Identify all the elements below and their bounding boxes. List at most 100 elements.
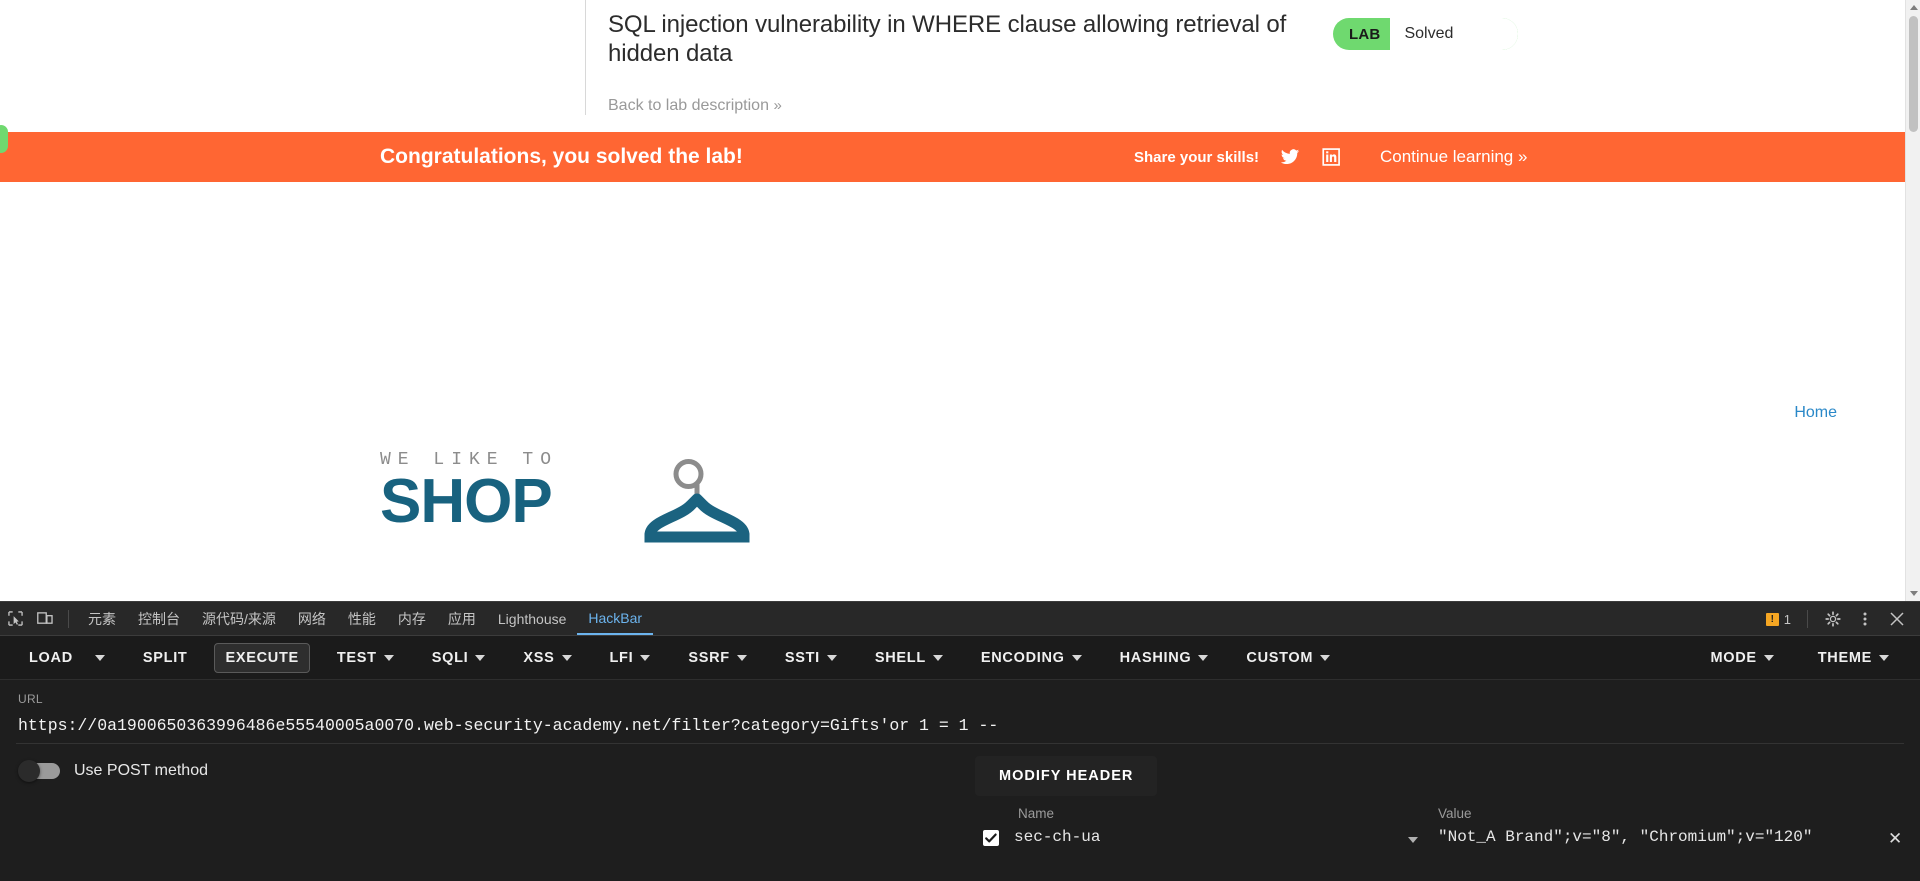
scrollbar-up-arrow-icon[interactable] xyxy=(1910,5,1918,10)
hackbar-load-button[interactable]: LOAD xyxy=(18,643,84,673)
chevron-down-icon xyxy=(1198,654,1209,661)
toggle-knob xyxy=(18,760,40,782)
hackbar-mode-label: MODE xyxy=(1710,650,1757,666)
scrollbar-thumb[interactable] xyxy=(1909,16,1918,132)
header-name-cell[interactable]: sec-ch-ua xyxy=(1014,828,1100,846)
hackbar-lfi-menu[interactable]: LFI xyxy=(599,643,662,673)
hackbar-ssrf-menu[interactable]: SSRF xyxy=(677,643,757,673)
linkedin-share-link[interactable] xyxy=(1321,147,1343,167)
linkedin-icon xyxy=(1322,148,1340,166)
hackbar-test-label: TEST xyxy=(336,649,377,666)
devtools-tab-memory[interactable]: 内存 xyxy=(387,602,437,635)
hackbar-split-button[interactable]: SPLIT xyxy=(132,643,199,673)
hackbar-load-dropdown-button[interactable] xyxy=(84,648,116,668)
twitter-share-link[interactable] xyxy=(1279,147,1301,167)
hackbar-sqli-menu[interactable]: SQLI xyxy=(421,643,497,673)
hackbar-options-row: Use POST method MODIFY HEADER xyxy=(0,744,1920,806)
chevron-down-icon xyxy=(736,654,747,661)
use-post-method-label: Use POST method xyxy=(74,762,208,779)
chevron-down-icon xyxy=(94,654,105,661)
devtools-tab-console[interactable]: 控制台 xyxy=(127,602,191,635)
hackbar-theme-menu[interactable]: THEME xyxy=(1807,643,1900,673)
share-label: Share your skills! xyxy=(1134,148,1260,166)
devtools-tabbar: 元素 控制台 源代码/来源 网络 性能 内存 应用 Lighthouse Hac… xyxy=(0,602,1920,636)
page-edge-marker xyxy=(0,125,8,153)
devtools-toolbar-right: ! 1 xyxy=(1765,602,1912,636)
chevron-down-icon xyxy=(1071,654,1082,661)
modify-header-button[interactable]: MODIFY HEADER xyxy=(975,756,1158,796)
lab-header: SQL injection vulnerability in WHERE cla… xyxy=(0,0,1920,132)
table-row: sec-ch-ua "Not_A Brand";v="8", "Chromium… xyxy=(0,828,1920,858)
devtools-tab-application[interactable]: 应用 xyxy=(437,602,487,635)
devtools-tab-lighthouse[interactable]: Lighthouse xyxy=(487,602,578,635)
hackbar-theme-label: THEME xyxy=(1817,650,1872,666)
devtools-warning-indicator[interactable]: ! 1 xyxy=(1765,611,1791,627)
hackbar-hashing-menu[interactable]: HASHING xyxy=(1109,643,1220,673)
close-icon[interactable] xyxy=(1882,605,1912,633)
devtools-tab-hackbar[interactable]: HackBar xyxy=(577,602,654,635)
solved-banner-message: Congratulations, you solved the lab! xyxy=(380,145,743,168)
hackbar-custom-menu[interactable]: CUSTOM xyxy=(1235,643,1341,673)
hackbar-shell-label: SHELL xyxy=(874,649,926,666)
chevron-down-icon xyxy=(561,654,572,661)
continue-learning-link[interactable]: Continue learning » xyxy=(1380,147,1527,167)
chevron-down-icon xyxy=(640,654,651,661)
share-group: Share your skills! xyxy=(1134,147,1343,167)
hackbar-toolbar-right: MODE THEME xyxy=(1699,636,1900,680)
hackbar-toolbar: LOAD SPLIT EXECUTE TEST SQLI XSS LFI SSR… xyxy=(0,636,1920,680)
url-field-label: URL xyxy=(18,692,43,706)
hackbar-encoding-label: ENCODING xyxy=(980,649,1065,666)
use-post-method-toggle[interactable]: Use POST method xyxy=(18,760,208,782)
chevron-right-icon: » xyxy=(773,96,781,114)
back-to-lab-description-link[interactable]: Back to lab description » xyxy=(608,96,782,115)
hackbar-shell-menu[interactable]: SHELL xyxy=(864,643,954,673)
hackbar-test-menu[interactable]: TEST xyxy=(326,643,405,673)
back-to-lab-description-label: Back to lab description xyxy=(608,96,769,114)
remove-header-icon[interactable]: ✕ xyxy=(1888,829,1902,849)
kebab-menu-icon[interactable] xyxy=(1850,605,1880,633)
scrollbar-down-arrow-icon[interactable] xyxy=(1910,591,1918,596)
lab-solved-banner: Congratulations, you solved the lab! Sha… xyxy=(0,132,1920,182)
browser-page-viewport: SQL injection vulnerability in WHERE cla… xyxy=(0,0,1920,601)
hackbar-lfi-label: LFI xyxy=(609,649,634,666)
toolbar-divider xyxy=(68,609,69,628)
hackbar-ssti-label: SSTI xyxy=(784,649,820,666)
shop-logo: WE LIKE TO SHOP xyxy=(380,450,750,543)
chevron-down-icon xyxy=(826,654,837,661)
hackbar-encoding-menu[interactable]: ENCODING xyxy=(970,643,1093,673)
hackbar-xss-label: XSS xyxy=(523,649,555,666)
header-enabled-checkbox[interactable] xyxy=(983,830,999,846)
device-toolbar-icon[interactable] xyxy=(30,605,60,633)
lab-status-badge: LAB Solved xyxy=(1333,18,1518,50)
devtools-tab-elements[interactable]: 元素 xyxy=(77,602,127,635)
toolbar-divider-right xyxy=(1807,610,1808,628)
shop-body: Home WE LIKE TO SHOP Gifts'or 1 = 1 -- R… xyxy=(0,182,1920,601)
devtools-tab-network[interactable]: 网络 xyxy=(287,602,337,635)
devtools-tab-sources[interactable]: 源代码/来源 xyxy=(191,602,287,635)
toggle-track xyxy=(18,760,60,782)
hackbar-custom-label: CUSTOM xyxy=(1246,649,1314,666)
url-input[interactable] xyxy=(16,712,1900,743)
hackbar-sqli-label: SQLI xyxy=(431,649,469,666)
hackbar-mode-menu[interactable]: MODE xyxy=(1699,643,1784,673)
chevron-down-icon[interactable] xyxy=(1408,837,1418,843)
hackbar-ssti-menu[interactable]: SSTI xyxy=(774,643,848,673)
hackbar-execute-button[interactable]: EXECUTE xyxy=(214,642,310,673)
page-scrollbar[interactable] xyxy=(1905,0,1920,601)
chevron-down-icon xyxy=(1879,655,1889,661)
devtools-panel: 元素 控制台 源代码/来源 网络 性能 内存 应用 Lighthouse Hac… xyxy=(0,601,1920,881)
chevron-down-icon xyxy=(1320,654,1331,661)
hackbar-xss-menu[interactable]: XSS xyxy=(512,643,582,673)
chevron-down-icon xyxy=(1763,655,1774,661)
gear-icon[interactable] xyxy=(1818,605,1848,633)
hackbar-ssrf-label: SSRF xyxy=(688,649,730,666)
chevron-down-icon xyxy=(932,654,943,661)
header-value-cell[interactable]: "Not_A Brand";v="8", "Chromium";v="120" xyxy=(1438,828,1812,846)
lab-status-text: Solved xyxy=(1390,18,1518,50)
chevron-down-icon xyxy=(475,654,486,661)
devtools-tab-performance[interactable]: 性能 xyxy=(337,602,387,635)
home-link[interactable]: Home xyxy=(1794,404,1837,422)
warning-count: 1 xyxy=(1783,611,1791,627)
lab-title-block: SQL injection vulnerability in WHERE cla… xyxy=(585,0,1305,115)
inspect-element-icon[interactable] xyxy=(0,605,30,633)
